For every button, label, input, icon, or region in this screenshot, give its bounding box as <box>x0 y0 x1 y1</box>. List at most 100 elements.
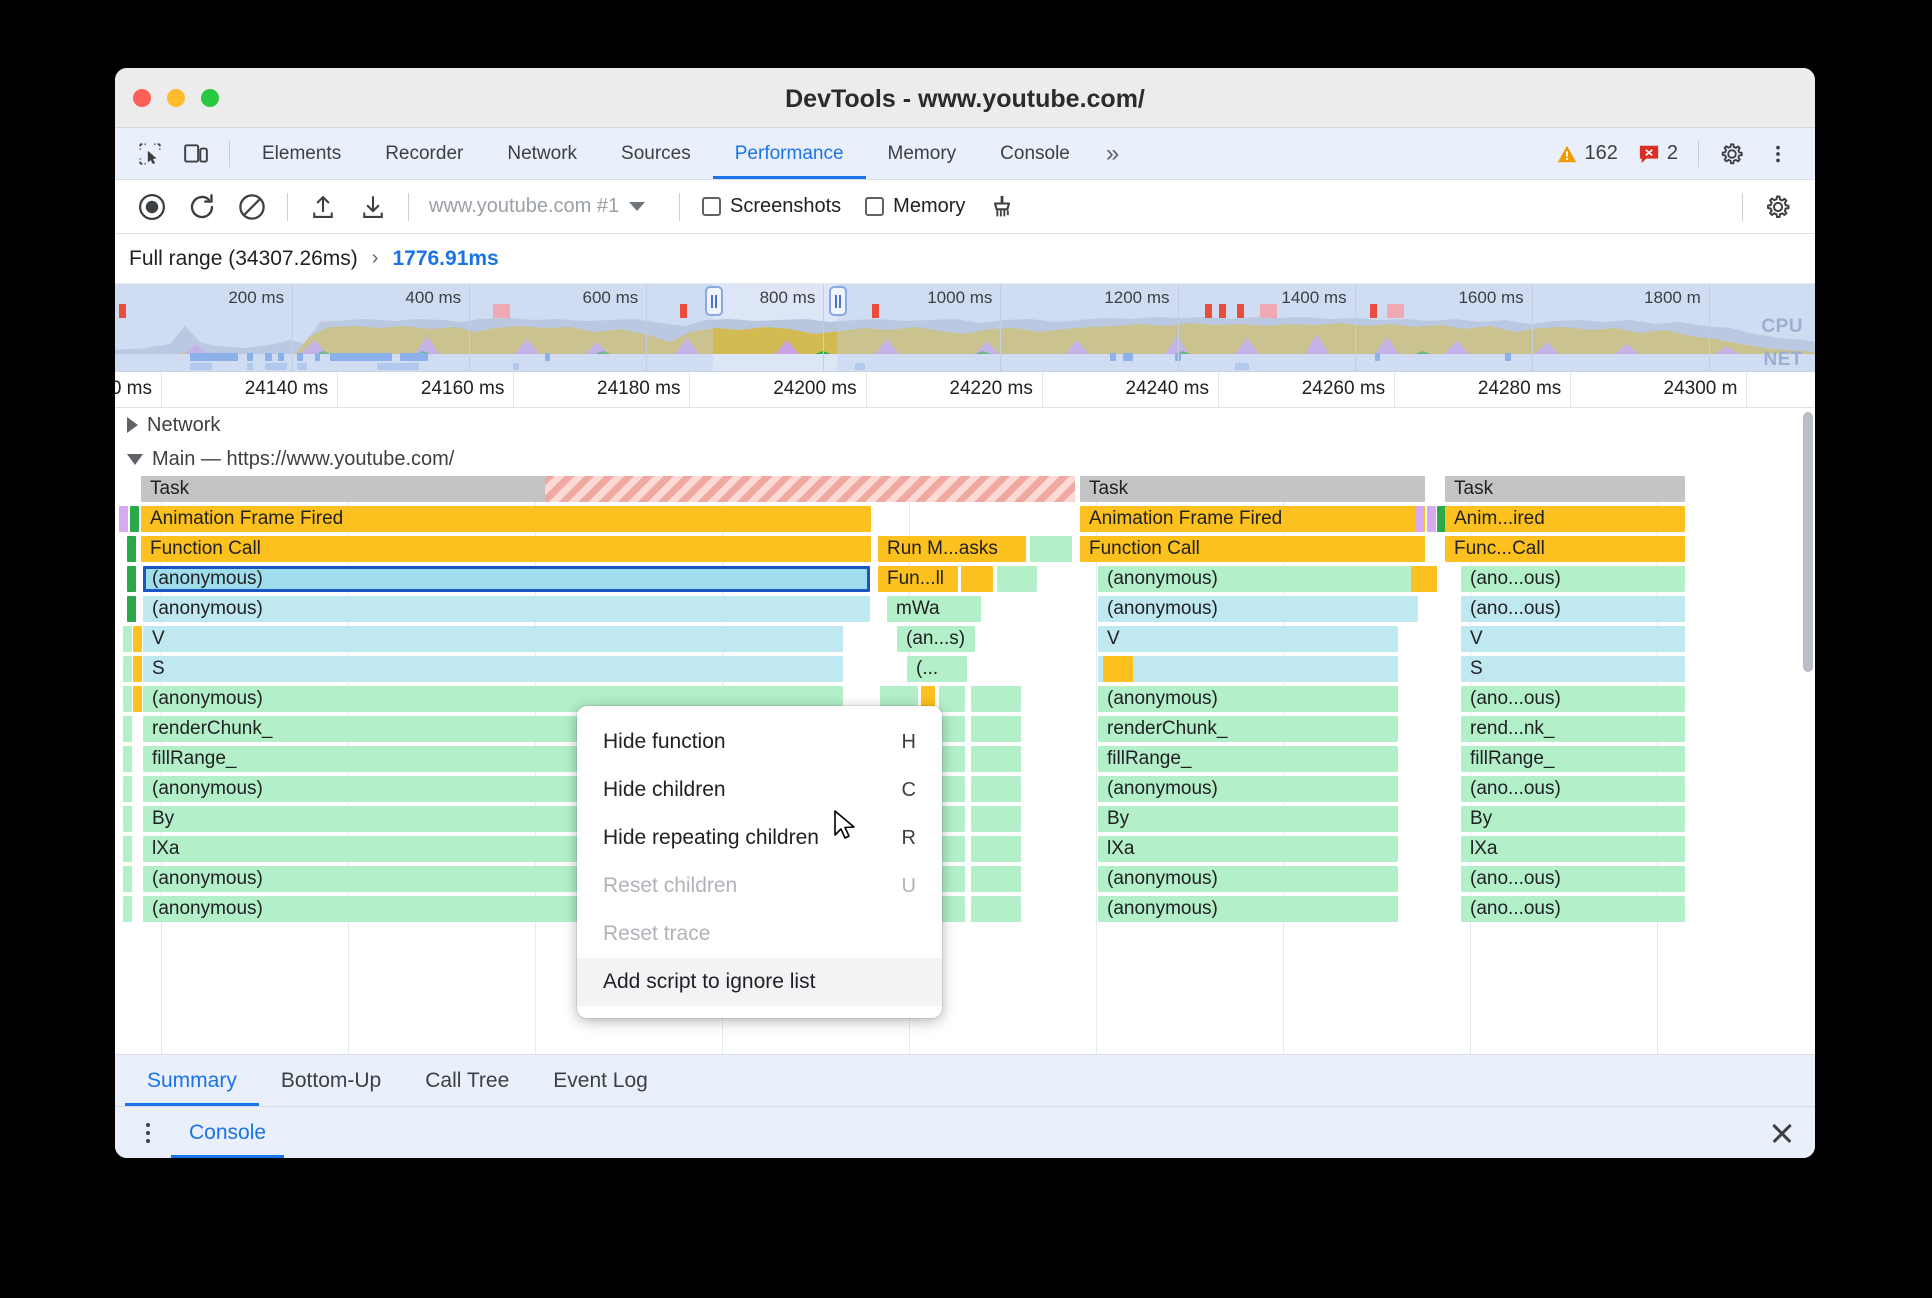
flame-block-sliver[interactable] <box>123 776 132 802</box>
tab-elements[interactable]: Elements <box>240 128 363 179</box>
flame-block[interactable]: By <box>1461 806 1685 832</box>
flame-block[interactable] <box>971 806 1021 832</box>
flame-block[interactable]: V <box>1098 626 1398 652</box>
tab-console[interactable]: Console <box>978 128 1092 179</box>
flame-block[interactable] <box>939 806 965 832</box>
flame-block-sliver[interactable] <box>1415 506 1424 532</box>
flame-block[interactable]: (ano...ous) <box>1461 686 1685 712</box>
flame-block[interactable]: (ano...ous) <box>1461 596 1685 622</box>
drawer-tab-console[interactable]: Console <box>171 1107 285 1158</box>
flame-block[interactable] <box>971 866 1021 892</box>
breadcrumb-full-range[interactable]: Full range (34307.26ms) <box>129 247 358 271</box>
flame-block-sliver[interactable] <box>123 716 132 742</box>
flame-block[interactable] <box>939 686 965 712</box>
flame-block[interactable]: renderChunk_ <box>1098 716 1398 742</box>
flame-block[interactable]: (anonymous) <box>143 566 870 592</box>
flame-block[interactable]: S <box>1098 656 1398 682</box>
memory-checkbox[interactable]: Memory <box>853 195 977 218</box>
flame-context-menu[interactable]: Hide function H Hide children C Hide repeati… <box>577 706 942 1018</box>
flame-block-sliver[interactable] <box>133 656 142 682</box>
screenshots-checkbox[interactable]: Screenshots <box>690 195 853 218</box>
flame-block[interactable] <box>971 746 1021 772</box>
flame-block[interactable]: (anonymous) <box>1098 686 1398 712</box>
more-options-icon[interactable] <box>1755 128 1801 179</box>
flame-block[interactable] <box>971 836 1021 862</box>
flame-block[interactable]: S <box>143 656 843 682</box>
flame-block[interactable]: Function Call <box>141 536 871 562</box>
flame-block[interactable] <box>939 776 965 802</box>
flame-block[interactable]: (anonymous) <box>1098 596 1418 622</box>
flame-block[interactable]: Animation Frame Fired <box>1080 506 1425 532</box>
flame-block[interactable]: lXa <box>1098 836 1398 862</box>
flame-block[interactable]: (ano...ous) <box>1461 776 1685 802</box>
device-toolbar-icon[interactable] <box>173 128 219 179</box>
flame-block[interactable] <box>939 896 965 922</box>
flame-vertical-scrollbar[interactable] <box>1803 412 1813 672</box>
tab-memory[interactable]: Memory <box>866 128 979 179</box>
flame-block-long-task-warning[interactable] <box>545 476 1075 502</box>
flame-block-sliver[interactable] <box>123 746 132 772</box>
flame-block[interactable] <box>971 776 1021 802</box>
record-icon[interactable] <box>127 182 177 232</box>
tab-network[interactable]: Network <box>485 128 599 179</box>
flame-block-sliver[interactable] <box>127 536 136 562</box>
capture-settings-icon[interactable] <box>1753 182 1803 232</box>
flame-block[interactable]: V <box>1461 626 1685 652</box>
flame-block[interactable]: (anonymous) <box>1098 776 1398 802</box>
track-network[interactable]: Network <box>115 408 1815 442</box>
flame-block[interactable]: (anonymous) <box>1098 566 1418 592</box>
timeline-overview[interactable]: 200 ms 400 ms 600 ms 800 ms 1000 ms 1200 ms 14… <box>115 284 1815 372</box>
flame-block-sliver[interactable] <box>123 806 132 832</box>
flame-block[interactable] <box>997 566 1037 592</box>
flame-block-sliver[interactable] <box>130 506 139 532</box>
tab-recorder[interactable]: Recorder <box>363 128 485 179</box>
collect-garbage-icon[interactable] <box>977 182 1027 232</box>
flame-block-sliver[interactable] <box>123 686 132 712</box>
context-menu-item-hide-function[interactable]: Hide function H <box>577 718 942 766</box>
flame-block[interactable] <box>939 746 965 772</box>
flame-block[interactable]: (anonymous) <box>1098 866 1398 892</box>
flame-block[interactable]: (anonymous) <box>1098 896 1398 922</box>
flame-block[interactable] <box>939 716 965 742</box>
flame-chart[interactable]: Network Main — https://www.youtube.com/ … <box>115 408 1815 1054</box>
flame-block[interactable]: Function Call <box>1080 536 1425 562</box>
flame-block[interactable]: (an...s) <box>897 626 975 652</box>
flame-block-task[interactable]: Task <box>1080 476 1425 502</box>
flame-block[interactable]: mWa <box>887 596 981 622</box>
flame-block[interactable]: By <box>1098 806 1398 832</box>
context-menu-item-add-script-to-ignore-list[interactable]: Add script to ignore list <box>577 958 942 1006</box>
flame-block[interactable]: fillRange_ <box>1098 746 1398 772</box>
flame-block-sliver[interactable] <box>133 626 142 652</box>
gear-icon[interactable] <box>1709 128 1755 179</box>
flame-block-sliver[interactable] <box>123 836 132 862</box>
flame-block[interactable]: (ano...ous) <box>1461 896 1685 922</box>
reload-and-record-icon[interactable] <box>177 182 227 232</box>
flame-block[interactable] <box>1411 566 1437 592</box>
flame-block-sliver[interactable] <box>123 626 132 652</box>
flame-block-sliver[interactable] <box>127 566 136 592</box>
flame-block[interactable]: V <box>143 626 843 652</box>
flame-block[interactable]: Anim...ired <box>1445 506 1685 532</box>
flame-block-task[interactable]: Task <box>141 476 545 502</box>
flame-block[interactable] <box>971 716 1021 742</box>
flame-block-sliver[interactable] <box>127 596 136 622</box>
download-profile-icon[interactable] <box>348 182 398 232</box>
flame-block[interactable]: fillRange_ <box>1461 746 1685 772</box>
overview-selection-handle-left[interactable] <box>705 286 723 316</box>
overview-selection-handle-right[interactable] <box>829 286 847 316</box>
tab-call-tree[interactable]: Call Tree <box>403 1055 531 1106</box>
tab-event-log[interactable]: Event Log <box>531 1055 670 1106</box>
flame-block[interactable] <box>939 866 965 892</box>
flame-block-sliver[interactable] <box>133 686 142 712</box>
flame-block[interactable] <box>971 686 1021 712</box>
tab-bottom-up[interactable]: Bottom-Up <box>259 1055 403 1106</box>
flame-block[interactable]: Run M...asks <box>878 536 1026 562</box>
flame-block-sliver[interactable] <box>123 656 132 682</box>
flame-block[interactable]: S <box>1461 656 1685 682</box>
flame-block[interactable]: (... <box>907 656 967 682</box>
flame-block[interactable] <box>939 836 965 862</box>
flame-block[interactable]: lXa <box>1461 836 1685 862</box>
flame-block-sliver[interactable] <box>1427 506 1436 532</box>
flame-block[interactable]: (ano...ous) <box>1461 866 1685 892</box>
track-main[interactable]: Main — https://www.youtube.com/ <box>115 442 1815 476</box>
